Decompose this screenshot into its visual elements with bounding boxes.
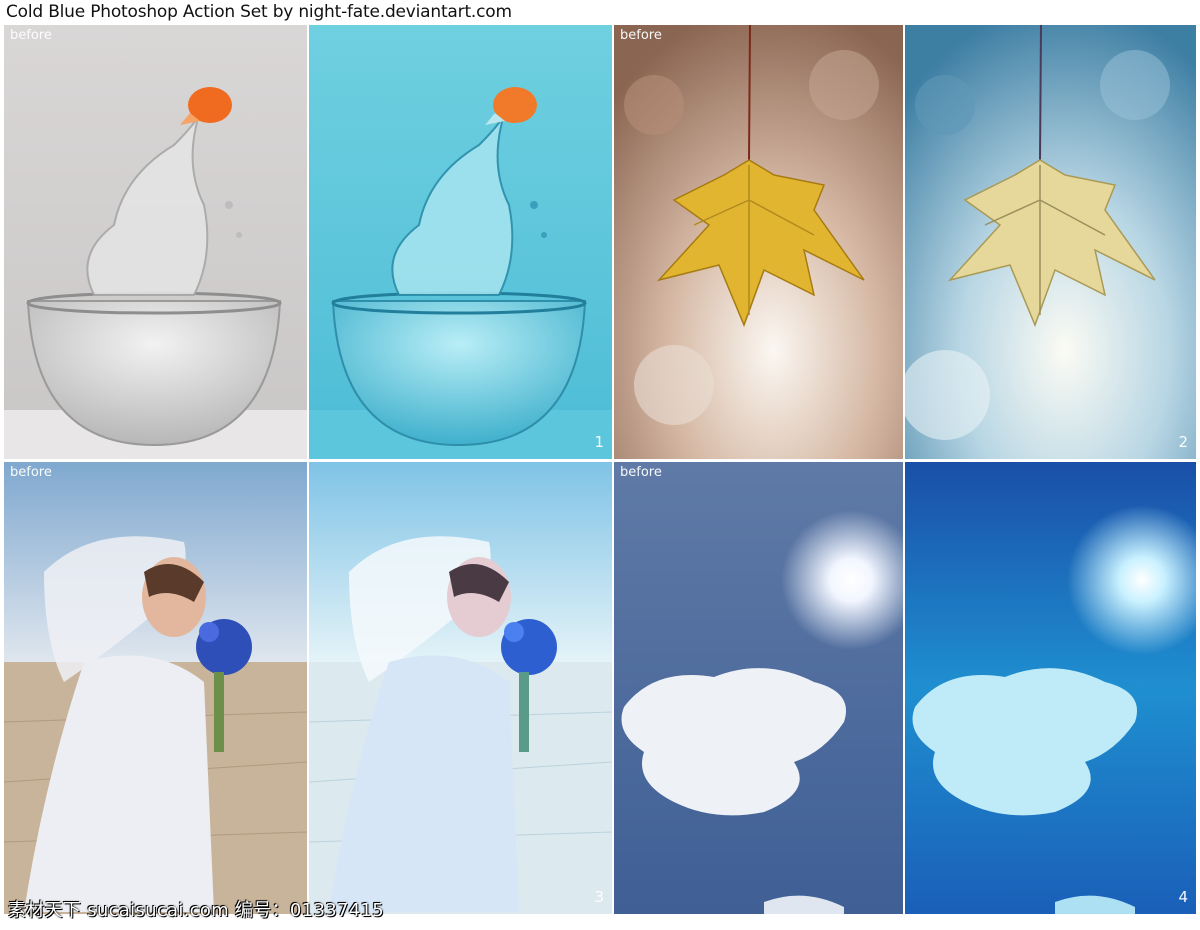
panel-sky-before: before [614, 462, 903, 914]
variant-number-label: 1 [594, 433, 604, 451]
bride-after-image [309, 462, 612, 914]
leaf-after-image [905, 25, 1196, 459]
panel-leaf-before: before [614, 25, 903, 459]
variant-number-label: 3 [594, 888, 604, 906]
watermark-text: 素材天下 sucaisucai.com 编号：01337415 [8, 900, 384, 921]
before-label: before [10, 465, 52, 480]
sky-before-image [614, 462, 903, 914]
panel-goldfish-after: 1 [309, 25, 612, 459]
before-label: before [620, 28, 662, 43]
goldfish-before-image [4, 25, 307, 459]
panel-bride-after: 3 [309, 462, 612, 914]
panel-goldfish-before: before [4, 25, 307, 459]
before-label: before [620, 465, 662, 480]
bride-before-image [4, 462, 307, 914]
panel-leaf-after: 2 [905, 25, 1196, 459]
variant-number-label: 4 [1178, 888, 1188, 906]
leaf-before-image [614, 25, 903, 459]
panel-bride-before: before [4, 462, 307, 914]
goldfish-after-image [309, 25, 612, 459]
panel-sky-after: 4 [905, 462, 1196, 914]
page-title: Cold Blue Photoshop Action Set by night-… [6, 2, 512, 22]
before-label: before [10, 28, 52, 43]
sky-after-image [905, 462, 1196, 914]
variant-number-label: 2 [1178, 433, 1188, 451]
